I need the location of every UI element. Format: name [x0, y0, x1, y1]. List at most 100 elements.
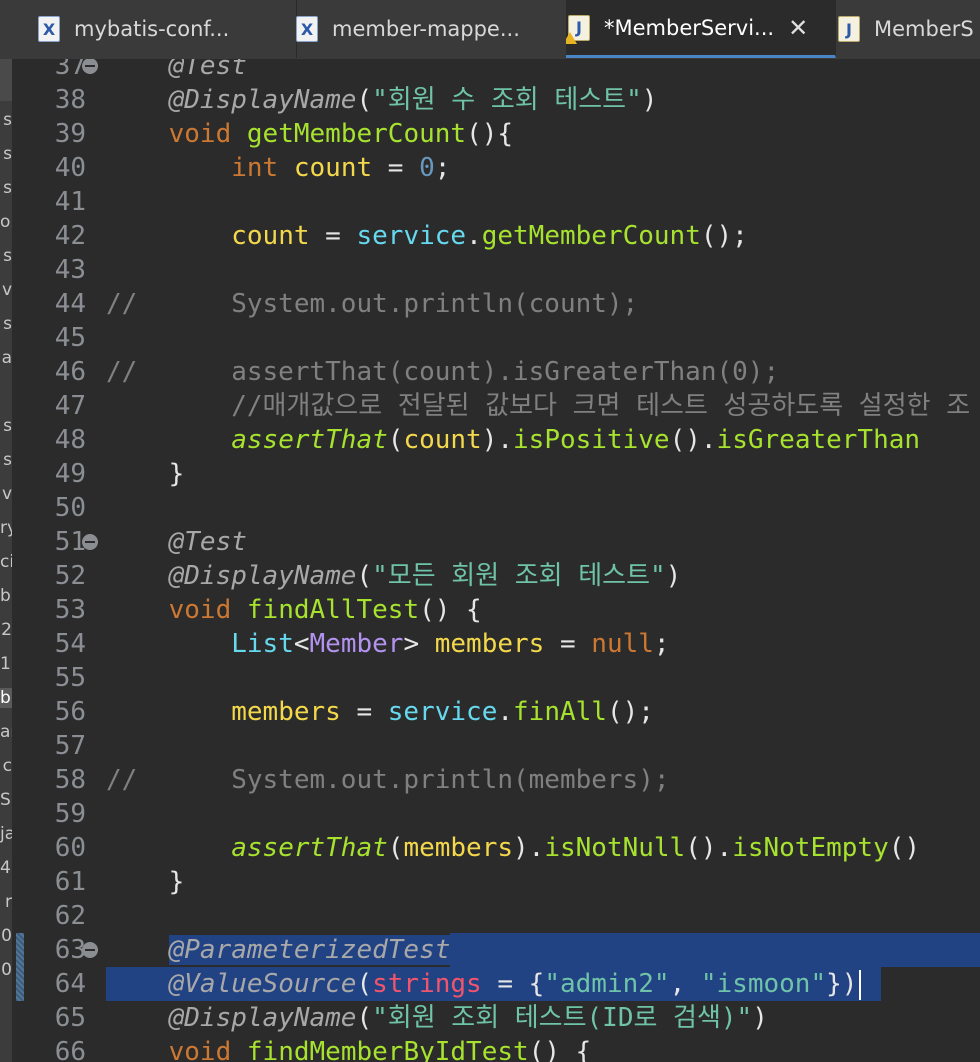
code-line[interactable]: 47 //매개값으로 전달된 값보다 크면 테스트 성공하도록 설정한 조 [12, 389, 980, 423]
code-line[interactable]: 48 assertThat(count).isPositive().isGrea… [12, 423, 980, 457]
code-line[interactable]: 39 void getMemberCount(){ [12, 117, 980, 151]
explorer-item[interactable]: 4. [0, 858, 12, 878]
line-number: 59 [54, 799, 86, 829]
explorer-item[interactable]: s [0, 314, 12, 334]
line-number: 52 [54, 561, 86, 591]
explorer-item[interactable]: s [0, 246, 12, 266]
explorer-item[interactable]: 12 [0, 654, 12, 674]
code-token: }) [826, 969, 858, 999]
line-number: 42 [54, 221, 86, 251]
code-line[interactable]: 65 @DisplayName("회원 조회 테스트(ID로 검색)") [12, 1001, 980, 1035]
code-line[interactable]: 56 members = service.finAll(); [12, 695, 980, 729]
explorer-item[interactable]: s [0, 416, 12, 436]
code-line[interactable]: 57 [12, 729, 980, 763]
fold-collapse-icon[interactable] [82, 534, 98, 550]
code-line[interactable]: 41 [12, 185, 980, 219]
code-token: null [591, 629, 654, 659]
code-line[interactable]: 62 [12, 899, 980, 933]
code-token: < [293, 629, 310, 659]
code-token: (); [606, 697, 654, 727]
code-line[interactable]: 59 [12, 797, 980, 831]
code-line[interactable]: 53 void findAllTest() { [12, 593, 980, 627]
line-number: 51 [54, 527, 86, 557]
code-line[interactable]: 44 // System.out.println(count); [12, 287, 980, 321]
explorer-item[interactable]: ci [0, 552, 12, 572]
line-number: 45 [54, 323, 86, 353]
code-line[interactable]: 51 @Test [12, 525, 980, 559]
code-text: @DisplayName("모든 회원 조회 테스트") [106, 559, 701, 593]
code-line[interactable]: 61 } [12, 865, 980, 899]
code-line[interactable]: 64 @ValueSource(strings = {"admin2", "is… [12, 967, 980, 1001]
code-line[interactable]: 54 List<Member> members = null; [12, 627, 980, 661]
code-line[interactable]: 66 void findMemberByIdTest() { [12, 1035, 980, 1062]
explorer-item[interactable]: ja [0, 824, 12, 844]
explorer-item[interactable]: bi [0, 688, 12, 708]
fold-collapse-icon[interactable] [82, 59, 98, 74]
code-line[interactable]: 43 [12, 253, 980, 287]
explorer-item[interactable]: r [0, 892, 12, 912]
code-line[interactable]: 50 [12, 491, 980, 525]
code-line[interactable]: 42 count = service.getMemberCount(); [12, 219, 980, 253]
fold-collapse-icon[interactable] [82, 942, 98, 958]
editor-tab-0[interactable]: Xmybatis-conf... [36, 0, 297, 58]
explorer-item[interactable]: 0 [0, 926, 12, 946]
explorer-item[interactable]: s [0, 178, 12, 198]
code-token: = [544, 629, 592, 659]
code-line[interactable]: 49 } [12, 457, 980, 491]
code-line[interactable]: 63 @ParameterizedTest [12, 933, 980, 967]
explorer-item[interactable]: v [0, 280, 12, 300]
close-tab-icon[interactable]: ✕ [788, 14, 808, 42]
code-line[interactable]: 46 // assertThat(count).isGreaterThan(0); [12, 355, 980, 389]
code-token: findMemberByIdTest [246, 1037, 529, 1062]
code-line[interactable]: 52 @DisplayName("모든 회원 조회 테스트") [12, 559, 980, 593]
code-token: ) [752, 1003, 768, 1033]
code-line[interactable]: 58 // System.out.println(members); [12, 763, 980, 797]
code-text: @ParameterizedTest [106, 933, 980, 967]
explorer-item[interactable]: o. [0, 212, 12, 232]
explorer-item[interactable]: bi [0, 586, 12, 606]
code-line[interactable]: 60 assertThat(members).isNotNull().isNot… [12, 831, 980, 865]
code-text: members = service.finAll(); [106, 695, 674, 729]
editor-tab-3[interactable]: J MemberS [836, 0, 980, 58]
explorer-item[interactable]: s [0, 450, 12, 470]
code-editor[interactable]: 37 @Test 38 @DisplayName("회원 수 조회 테스트") 39… [12, 59, 980, 1062]
explorer-item[interactable]: s [0, 110, 12, 130]
explorer-item[interactable]: S. [0, 790, 12, 810]
code-token: service [387, 697, 498, 727]
explorer-item[interactable]: a [0, 348, 12, 368]
code-token: void [168, 119, 232, 149]
explorer-item[interactable]: 0 [0, 960, 12, 980]
code-line[interactable]: 38 @DisplayName("회원 수 조회 테스트") [12, 83, 980, 117]
explorer-item[interactable]: ry [0, 518, 12, 538]
line-number: 55 [54, 663, 86, 693]
editor-tab-1[interactable]: Xmember-mappe... [294, 0, 569, 58]
code-text: } [106, 865, 204, 899]
explorer-item[interactable]: 2 [0, 620, 12, 640]
code-text: count = service.getMemberCount(); [106, 219, 768, 253]
code-line[interactable]: 37 @Test [12, 59, 980, 83]
code-token: count [403, 425, 482, 455]
code-token: ( [387, 425, 404, 455]
code-text: void findAllTest() { [106, 593, 502, 627]
explorer-item[interactable]: v [0, 484, 12, 504]
code-line[interactable]: 45 [12, 321, 980, 355]
line-number: 54 [54, 629, 86, 659]
code-line[interactable]: 55 [12, 661, 980, 695]
explorer-item[interactable]: ar [0, 722, 12, 742]
code-text: @Test [106, 59, 267, 83]
code-token: assertThat [231, 425, 388, 455]
code-text: assertThat(members).isNotNull().isNotEmp… [106, 831, 940, 865]
explorer-item[interactable]: c [0, 756, 12, 776]
code-token: Member [309, 629, 404, 659]
package-explorer-strip[interactable]: ssso.svsassvrycibi212biarcS.ja4.r00 [0, 59, 12, 1062]
explorer-item[interactable]: s [0, 144, 12, 164]
editor-tab-2[interactable]: J *MemberServi... ✕ [566, 0, 836, 58]
code-line[interactable]: 40 int count = 0; [12, 151, 980, 185]
java-file-icon: J [838, 16, 860, 42]
